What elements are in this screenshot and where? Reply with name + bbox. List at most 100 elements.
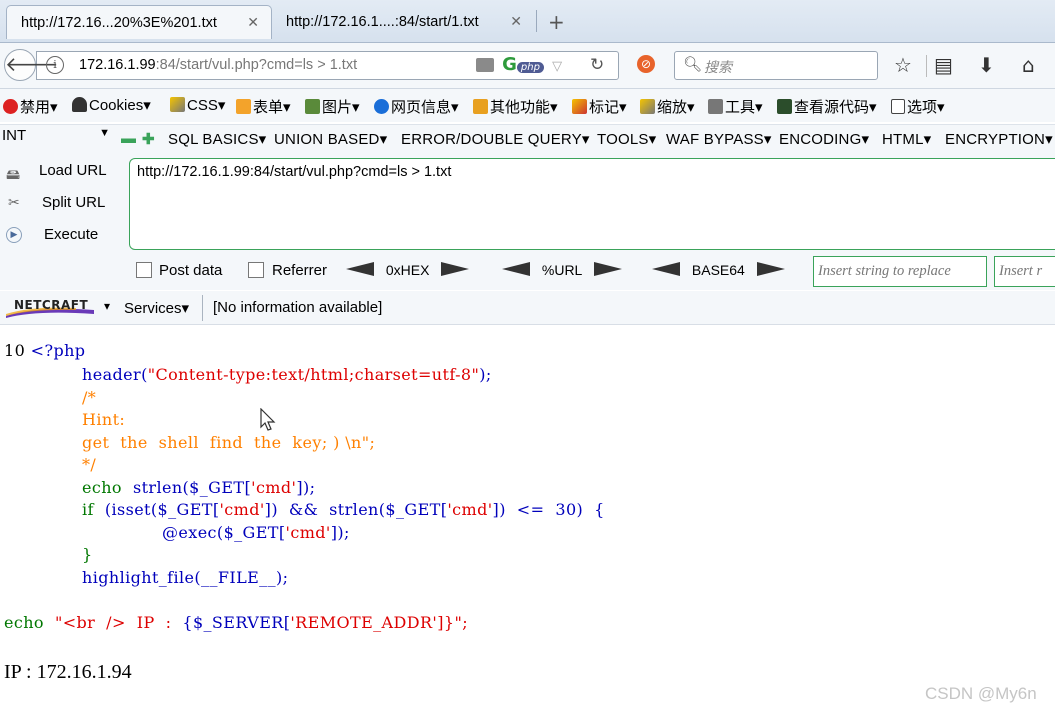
menu-html[interactable]: HTML▾ xyxy=(882,130,931,148)
person-icon xyxy=(72,97,87,112)
menu-css[interactable]: CSS▾ xyxy=(170,96,225,114)
menu-label: HTML xyxy=(882,131,924,148)
left-arrow-icon[interactable] xyxy=(652,262,680,276)
replace-string-input[interactable]: Insert string to replace xyxy=(813,256,987,287)
menu-other[interactable]: 其他功能▾ xyxy=(473,96,558,117)
menu-tools[interactable]: TOOLS▾ xyxy=(597,130,656,148)
menu-disable[interactable]: 禁用▾ xyxy=(3,96,58,117)
code-token: {$_SERVER[ xyxy=(182,613,291,632)
netcraft-logo[interactable]: NETCRAFT xyxy=(6,296,96,318)
code-keyword: if xyxy=(82,500,105,519)
minus-icon[interactable]: ▬ xyxy=(121,130,136,147)
code-token: ]) && strlen($_GET[ xyxy=(264,500,448,519)
menu-mark[interactable]: 标记▾ xyxy=(572,96,627,117)
info-icon[interactable]: i xyxy=(46,56,64,74)
right-arrow-icon[interactable] xyxy=(756,262,785,276)
menu-label: 图片 xyxy=(322,99,353,116)
reading-list-icon[interactable]: ▤ xyxy=(934,53,953,77)
referrer-label: Referrer xyxy=(272,262,328,279)
menu-label: ENCRYPTION xyxy=(945,131,1046,148)
services-menu[interactable]: Services▾ xyxy=(124,299,189,317)
load-url-button[interactable]: Load URL xyxy=(39,162,107,179)
close-icon[interactable]: ✕ xyxy=(247,14,259,31)
tab-active[interactable]: http://172.16...20%3E%201.txt ✕ xyxy=(6,5,272,39)
menu-view-source[interactable]: 查看源代码▾ xyxy=(777,96,877,117)
netcraft-logo-text: NETCRAFT xyxy=(14,298,88,312)
dropdown-icon[interactable]: ▾ xyxy=(104,299,110,313)
bookmark-star-icon[interactable]: ☆ xyxy=(894,53,912,77)
tab-inactive[interactable]: http://172.16.1....:84/start/1.txt ✕ xyxy=(272,5,534,39)
code-comment-body: get the shell find the key; ) \n"; xyxy=(82,433,376,452)
code-token: strlen($_GET[ xyxy=(132,478,252,497)
code-comment-hint: Hint: xyxy=(82,410,126,429)
right-arrow-icon[interactable] xyxy=(441,262,470,276)
menu-sql-basics[interactable]: SQL BASICS▾ xyxy=(168,130,266,148)
menu-waf-bypass[interactable]: WAF BYPASS▾ xyxy=(666,130,772,148)
url-text[interactable]: 172.16.1.99:84/start/vul.php?cmd=ls > 1.… xyxy=(79,57,357,73)
left-arrow-icon[interactable] xyxy=(502,262,530,276)
download-icon[interactable]: ⬇ xyxy=(978,53,995,77)
type-select[interactable]: INT ▼ xyxy=(2,127,112,151)
code-token: ]); xyxy=(296,478,316,497)
menu-options[interactable]: 选项▾ xyxy=(891,96,945,117)
code-string: ]}"; xyxy=(437,613,468,632)
plus-icon[interactable]: ✚ xyxy=(142,130,155,148)
menu-label: 禁用 xyxy=(20,99,51,116)
block-icon[interactable]: ⊘ xyxy=(637,55,655,73)
url-bar-icons: Gphp ▽ xyxy=(476,54,562,75)
menu-tools[interactable]: 工具▾ xyxy=(708,96,763,117)
menu-label: UNION BASED xyxy=(274,131,380,148)
code-comment-open: /* xyxy=(82,388,97,407)
image-icon xyxy=(305,99,320,114)
load-url-icon: 🖴︎ xyxy=(6,167,21,183)
menu-forms[interactable]: 表单▾ xyxy=(236,96,291,117)
reload-icon[interactable]: ↻ xyxy=(590,55,604,75)
output-prefix: 10 xyxy=(4,341,31,360)
home-icon[interactable]: ⌂ xyxy=(1022,53,1035,77)
menu-cookies[interactable]: Cookies▾ xyxy=(72,96,151,114)
code-string: 'cmd' xyxy=(447,500,493,519)
menu-label: 选项 xyxy=(907,99,938,116)
source-icon xyxy=(777,99,792,114)
menu-label: Cookies xyxy=(89,97,144,114)
menu-zoom[interactable]: 缩放▾ xyxy=(640,96,695,117)
watermark: CSDN @My6n xyxy=(925,684,1037,703)
menu-label: 工具 xyxy=(725,99,756,116)
menu-encryption[interactable]: ENCRYPTION▾ xyxy=(945,130,1053,148)
options-icon xyxy=(891,99,905,114)
new-tab-button[interactable]: + xyxy=(548,10,565,34)
menu-images[interactable]: 图片▾ xyxy=(305,96,360,117)
base64-label: BASE64 xyxy=(691,262,745,278)
code-line-header: header("Content-type:text/html;charset=u… xyxy=(82,365,492,384)
hex-encode-control: 0xHEX xyxy=(346,262,470,278)
disable-icon xyxy=(3,99,18,114)
menu-label: 查看源代码 xyxy=(794,99,870,116)
pencil-icon xyxy=(572,99,587,114)
left-arrow-icon[interactable] xyxy=(346,262,374,276)
g-icon[interactable]: G xyxy=(502,54,517,75)
referrer-checkbox[interactable] xyxy=(248,262,264,278)
php-badge: php xyxy=(516,62,544,73)
right-arrow-icon[interactable] xyxy=(594,262,623,276)
menu-encoding[interactable]: ENCODING▾ xyxy=(779,130,869,148)
url-host: 172.16.1.99 xyxy=(79,57,156,73)
post-data-checkbox[interactable] xyxy=(136,262,152,278)
execute-button[interactable]: Execute xyxy=(44,226,98,243)
tools-icon xyxy=(708,99,723,114)
code-keyword: echo xyxy=(82,478,133,497)
menu-union-based[interactable]: UNION BASED▾ xyxy=(274,130,387,148)
dropdown-arrow-icon[interactable]: ▽ xyxy=(552,59,562,74)
back-button[interactable]: 🡐 xyxy=(4,49,59,81)
menu-page-info[interactable]: 网页信息▾ xyxy=(374,96,459,117)
code-string: 'cmd' xyxy=(285,523,331,542)
split-url-button[interactable]: Split URL xyxy=(42,194,105,211)
code-token: ]) <= 30) { xyxy=(492,500,605,519)
tab-title: http://172.16.1....:84/start/1.txt xyxy=(286,14,479,30)
replace-with-input[interactable]: Insert r xyxy=(994,256,1055,287)
menu-label: CSS xyxy=(187,97,218,114)
server-icon[interactable] xyxy=(476,58,494,72)
menu-error-double-query[interactable]: ERROR/DOUBLE QUERY▾ xyxy=(401,130,590,148)
close-icon[interactable]: ✕ xyxy=(510,13,522,30)
dropdown-arrow-icon: ▼ xyxy=(99,127,110,139)
php-open-tag: <?php xyxy=(30,341,86,360)
